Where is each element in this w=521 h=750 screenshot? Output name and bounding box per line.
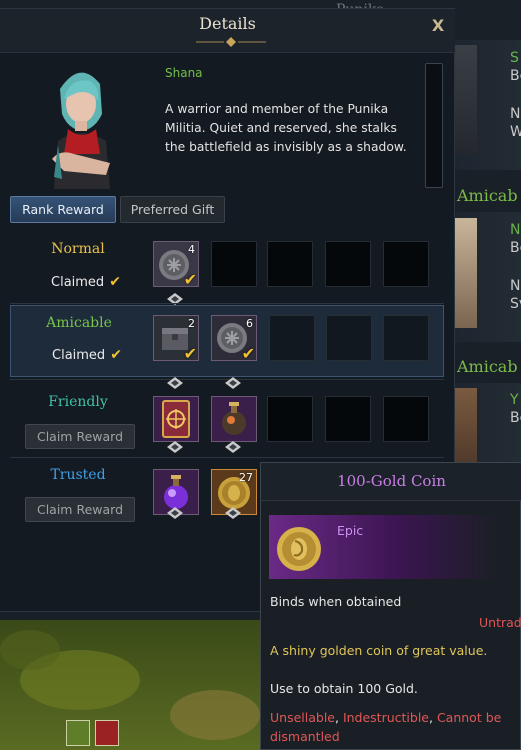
bg-rank-label: Amicab (457, 186, 518, 205)
empty-slot (383, 241, 429, 287)
empty-slot (383, 315, 429, 361)
bg-npc-line: N (510, 106, 521, 122)
ground-foliage (0, 630, 60, 670)
empty-slot (267, 241, 313, 287)
rank-name: Amicable (46, 315, 112, 331)
tooltip-header: 100-Gold Coin (261, 463, 521, 501)
empty-slot (267, 396, 313, 442)
flag-indestructible: Indestructible (342, 710, 429, 725)
bg-npc-name: N (510, 222, 521, 238)
bg-npc-name: S (510, 50, 519, 66)
tooltip-restrictions: Unsellable, Indestructible, Cannot be di… (270, 708, 515, 746)
title-ornament-icon (196, 37, 266, 47)
rank-name: Trusted (50, 467, 106, 483)
tooltip-untradable: Untrad (479, 615, 521, 630)
claim-reward-button[interactable]: Claim Reward (25, 424, 135, 449)
claimed-status: Claimed ✔ (51, 274, 121, 290)
row-divider (10, 303, 444, 304)
empty-slot (269, 315, 315, 361)
claimed-status: Claimed ✔ (52, 347, 122, 363)
flag-separator: , (334, 710, 343, 725)
bg-npc-line: Be (510, 410, 521, 426)
gold-coin-icon (277, 527, 321, 571)
claim-reward-button[interactable]: Claim Reward (25, 497, 135, 522)
flag-separator: , (429, 710, 437, 725)
grade-diamond-icon (167, 441, 183, 453)
rank-row-amicable: Amicable Claimed ✔ 2 ✔ 6 ✔ (10, 305, 444, 377)
title-bar[interactable]: Details X (0, 9, 455, 53)
tooltip-grade: Epic (337, 523, 364, 538)
potion-bottle-icon (212, 397, 256, 441)
item-quantity: 4 (188, 243, 195, 256)
tooltip-item-name: 100-Gold Coin (337, 472, 446, 490)
claimed-check-icon: ✔ (241, 344, 255, 363)
reward-slot[interactable] (153, 396, 199, 442)
item-quantity: 2 (188, 317, 195, 330)
grade-diamond-icon (167, 377, 183, 389)
npc-description: A warrior and member of the Punika Milit… (165, 102, 407, 154)
window-title: Details (199, 14, 256, 33)
claimed-label: Claimed (51, 275, 105, 290)
grade-diamond-icon (225, 507, 241, 519)
bg-rank-label: Amicab (457, 357, 518, 376)
flag-unsellable: Unsellable (270, 710, 335, 725)
check-icon: ✔ (109, 274, 121, 290)
reward-slot[interactable] (211, 396, 257, 442)
tooltip-description: A shiny golden coin of great value. (270, 643, 488, 658)
item-quantity: 6 (246, 317, 253, 330)
skill-icon-green[interactable] (66, 720, 90, 746)
bg-npc-portrait (455, 218, 477, 328)
reward-slot[interactable]: 4 ✔ (153, 241, 199, 289)
empty-slot (326, 315, 372, 361)
grade-diamond-icon (225, 377, 241, 389)
bg-npc-line: W (510, 124, 521, 140)
close-button[interactable]: X (428, 16, 448, 36)
bg-npc-line: N (510, 278, 521, 294)
claimed-check-icon: ✔ (183, 270, 197, 289)
bg-npc-line: Be (510, 240, 521, 256)
tab-rank-reward[interactable]: Rank Reward (10, 196, 116, 223)
empty-slot (211, 241, 257, 287)
description-scrollbar[interactable] (425, 63, 443, 188)
skill-icon-red[interactable] (95, 720, 119, 746)
bg-npc-line: Sv (510, 296, 521, 312)
reward-slot[interactable]: 6 ✔ (211, 315, 257, 363)
check-icon: ✔ (110, 347, 122, 363)
rank-name: Normal (51, 241, 105, 257)
bg-npc-portrait (455, 45, 477, 155)
item-tooltip: 100-Gold Coin Epic Binds when obtained U… (260, 462, 521, 750)
card-icon (154, 397, 198, 441)
tooltip-bind-text: Binds when obtained (270, 594, 402, 609)
claimed-check-icon: ✔ (183, 344, 197, 363)
empty-slot (325, 396, 371, 442)
ground-foliage (170, 690, 260, 740)
rank-row-normal: Normal Claimed ✔ 4 ✔ (10, 231, 444, 305)
tab-preferred-gift[interactable]: Preferred Gift (120, 196, 225, 223)
reward-slot[interactable]: 2 ✔ (153, 315, 199, 363)
bg-npc-name: Y (510, 392, 519, 408)
grade-diamond-icon (225, 441, 241, 453)
row-divider (10, 457, 444, 458)
bg-npc-line: Be (510, 68, 521, 84)
claimed-label: Claimed (52, 348, 106, 363)
empty-slot (325, 241, 371, 287)
npc-portrait (52, 72, 110, 189)
empty-slot (383, 396, 429, 442)
item-quantity: 27 (239, 471, 253, 484)
tooltip-use-text: Use to obtain 100 Gold. (270, 681, 418, 696)
rank-name: Friendly (48, 394, 108, 410)
grade-diamond-icon (167, 507, 183, 519)
npc-name: Shana (165, 66, 203, 80)
